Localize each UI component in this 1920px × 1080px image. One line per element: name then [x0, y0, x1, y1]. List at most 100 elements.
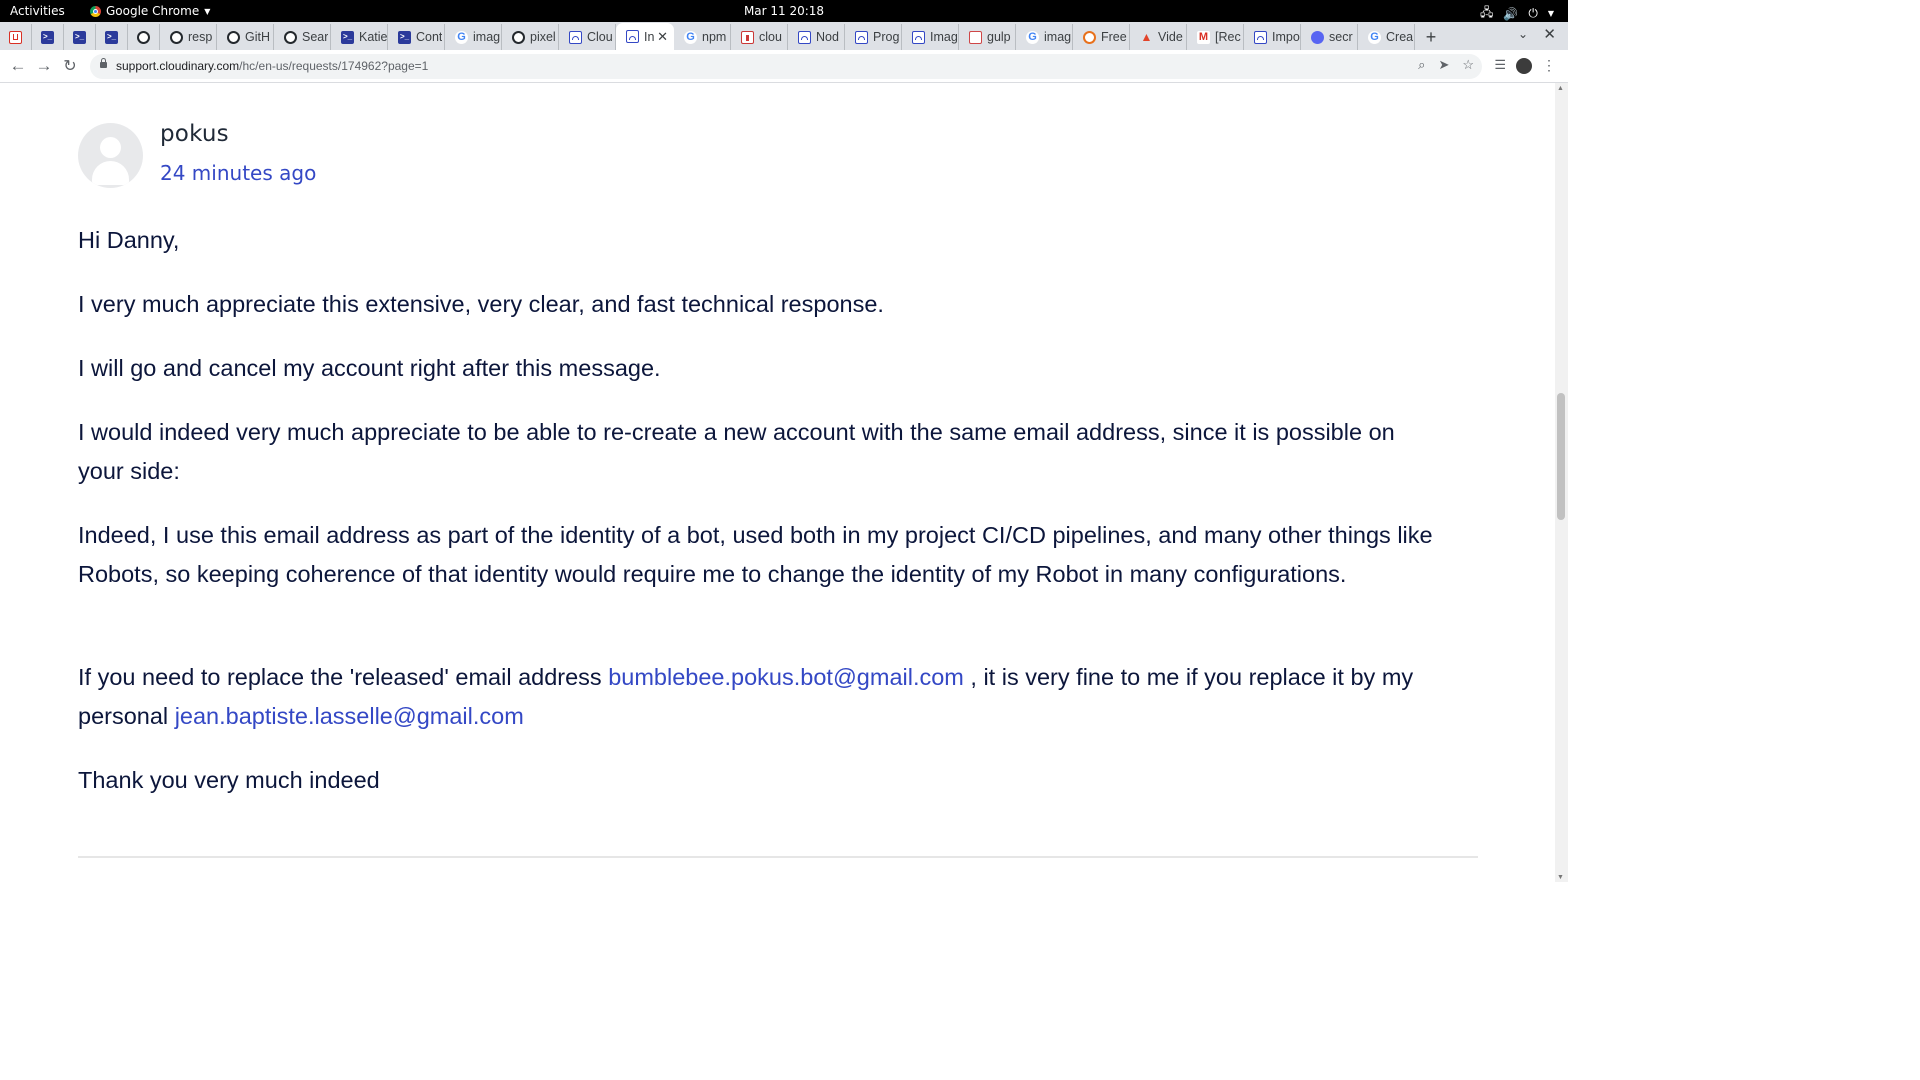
comment-author: pokus	[160, 121, 229, 147]
gmail-icon	[9, 30, 22, 44]
network-icon: 🖧	[1480, 5, 1494, 19]
comment-paragraph: I will go and cancel my account right af…	[78, 355, 661, 381]
close-window-icon[interactable]: ✕	[1543, 25, 1556, 43]
forward-arrow-icon[interactable]: →	[34, 56, 54, 76]
browser-tab[interactable]: G Crea	[1358, 24, 1415, 50]
profile-avatar[interactable]	[1516, 58, 1532, 74]
browser-tab[interactable]: GitH	[217, 24, 274, 50]
google-icon: G	[684, 30, 697, 44]
address-bar[interactable]: support.cloudinary.com/hc/en-us/requests…	[90, 54, 1482, 79]
system-top-bar: Activities Google Chrome ▼ Mar 11 20:18 …	[0, 0, 1568, 22]
cloudinary-icon	[626, 30, 639, 43]
back-arrow-icon[interactable]: ←	[8, 56, 28, 76]
system-tray[interactable]: 🖧 🔊 ⏻ ▼	[1480, 3, 1554, 24]
google-icon: G	[455, 30, 468, 44]
kebab-menu-icon[interactable]: ⋮	[1542, 57, 1556, 74]
tab-label: Prog	[873, 30, 900, 44]
url-text[interactable]: support.cloudinary.com/hc/en-us/requests…	[116, 59, 428, 73]
google-icon: G	[1026, 30, 1039, 44]
browser-tab[interactable]: Impo	[1244, 24, 1301, 50]
tab-label: [Rec	[1215, 30, 1241, 44]
browser-tab[interactable]: Gimag	[1016, 24, 1073, 50]
browser-tab[interactable]: gulp	[959, 24, 1016, 50]
tab-label: Clou	[587, 30, 613, 44]
browser-tab[interactable]: >_	[32, 24, 64, 50]
browser-tab[interactable]: Gnpm	[674, 24, 731, 50]
scrollbar-thumb[interactable]	[1557, 393, 1565, 520]
volume-icon: 🔊	[1503, 6, 1519, 21]
browser-tab[interactable]	[0, 24, 32, 50]
github-icon	[170, 30, 183, 44]
activities-button[interactable]: Activities	[10, 4, 65, 18]
browser-tab[interactable]: Free	[1073, 24, 1130, 50]
cloudinary-icon	[569, 30, 582, 44]
terminal-icon: >_	[341, 30, 354, 44]
caret-down-icon: ▼	[204, 6, 211, 16]
tab-label: GitH	[245, 30, 270, 44]
bookmark-star-icon[interactable]: ☆	[1462, 57, 1474, 73]
tab-label: secr	[1329, 30, 1353, 44]
paragraph-text: If you need to replace the 'released' em…	[78, 664, 609, 690]
clock[interactable]: Mar 11 20:18	[744, 4, 824, 18]
github-icon	[512, 30, 525, 44]
browser-tab[interactable]: resp	[160, 24, 217, 50]
comment-closing: Thank you very much indeed	[78, 767, 380, 793]
chrome-icon	[90, 5, 101, 17]
email-link-personal[interactable]: jean.baptiste.lasselle@gmail.com	[175, 703, 524, 729]
page-scrollbar[interactable]: ▲ ▼	[1555, 83, 1568, 882]
browser-tab[interactable]: ▲ Vide	[1130, 24, 1187, 50]
comment-paragraph: I very much appreciate this extensive, v…	[78, 291, 884, 317]
tab-label: Free	[1101, 30, 1127, 44]
browser-tab[interactable]: Clou	[559, 24, 616, 50]
cloudinary-icon	[912, 30, 925, 44]
tab-label: Katie	[359, 30, 387, 44]
app-menu-label: Google Chrome	[106, 4, 200, 18]
chevron-down-icon: ▼	[1547, 9, 1554, 18]
comment-divider	[78, 856, 1478, 858]
browser-tab[interactable]: In ✕	[616, 23, 674, 50]
new-tab-button[interactable]: +	[1415, 24, 1447, 50]
browser-tab[interactable]: Prog	[845, 24, 902, 50]
terminal-icon: >_	[398, 30, 411, 44]
tab-search-icon[interactable]: ⌄	[1518, 27, 1528, 41]
page-viewport: pokus 24 minutes ago Hi Danny, I very mu…	[0, 83, 1555, 882]
browser-tab[interactable]: clou	[731, 24, 788, 50]
terminal-icon: >_	[73, 30, 86, 44]
email-link-bot[interactable]: bumblebee.pokus.bot@gmail.com	[608, 664, 964, 690]
comment-paragraph: If you need to replace the 'released' em…	[78, 658, 1438, 736]
zoom-icon[interactable]: ⌕	[1418, 57, 1425, 73]
user-silhouette-head	[100, 137, 121, 158]
browser-tab[interactable]: Gimag	[445, 24, 502, 50]
browser-tab[interactable]: >_	[96, 24, 128, 50]
user-silhouette-body	[92, 161, 129, 185]
cloudinary-icon	[855, 30, 868, 44]
url-path: /hc/en-us/requests/174962?page=1	[239, 59, 429, 73]
browser-tab[interactable]: >_ Cont	[388, 24, 445, 50]
scroll-up-arrow-icon[interactable]: ▲	[1557, 85, 1564, 92]
tab-label: Sear	[302, 30, 329, 44]
reload-icon[interactable]: ↻	[60, 56, 80, 76]
browser-tab[interactable]: M [Rec	[1187, 24, 1244, 50]
app-menu[interactable]: Google Chrome ▼	[90, 4, 210, 18]
reading-list-icon[interactable]: ☰	[1494, 57, 1506, 73]
browser-tab[interactable]: Nod	[788, 24, 845, 50]
close-tab-icon[interactable]: ✕	[657, 29, 668, 45]
browser-tab[interactable]	[128, 24, 160, 50]
browser-tab[interactable]: >_ Katie	[331, 24, 388, 50]
lock-icon[interactable]	[100, 58, 107, 68]
browser-tab[interactable]: pixel	[502, 24, 559, 50]
tab-label: imag	[473, 30, 501, 44]
google-icon: G	[1368, 30, 1381, 44]
cloudinary-icon	[1254, 30, 1267, 44]
send-icon[interactable]: ➤	[1438, 57, 1449, 73]
discord-icon	[1311, 30, 1324, 44]
gulp-icon	[969, 30, 982, 44]
browser-tab[interactable]: Sear	[274, 24, 331, 50]
tab-label: gulp	[987, 30, 1011, 44]
scroll-down-arrow-icon[interactable]: ▼	[1557, 874, 1564, 881]
browser-tab[interactable]: secr	[1301, 24, 1358, 50]
comment-timestamp-link[interactable]: 24 minutes ago	[160, 161, 316, 185]
browser-tab[interactable]: Imag	[902, 24, 959, 50]
browser-tab[interactable]: >_	[64, 24, 96, 50]
terminal-icon: >_	[105, 30, 118, 44]
